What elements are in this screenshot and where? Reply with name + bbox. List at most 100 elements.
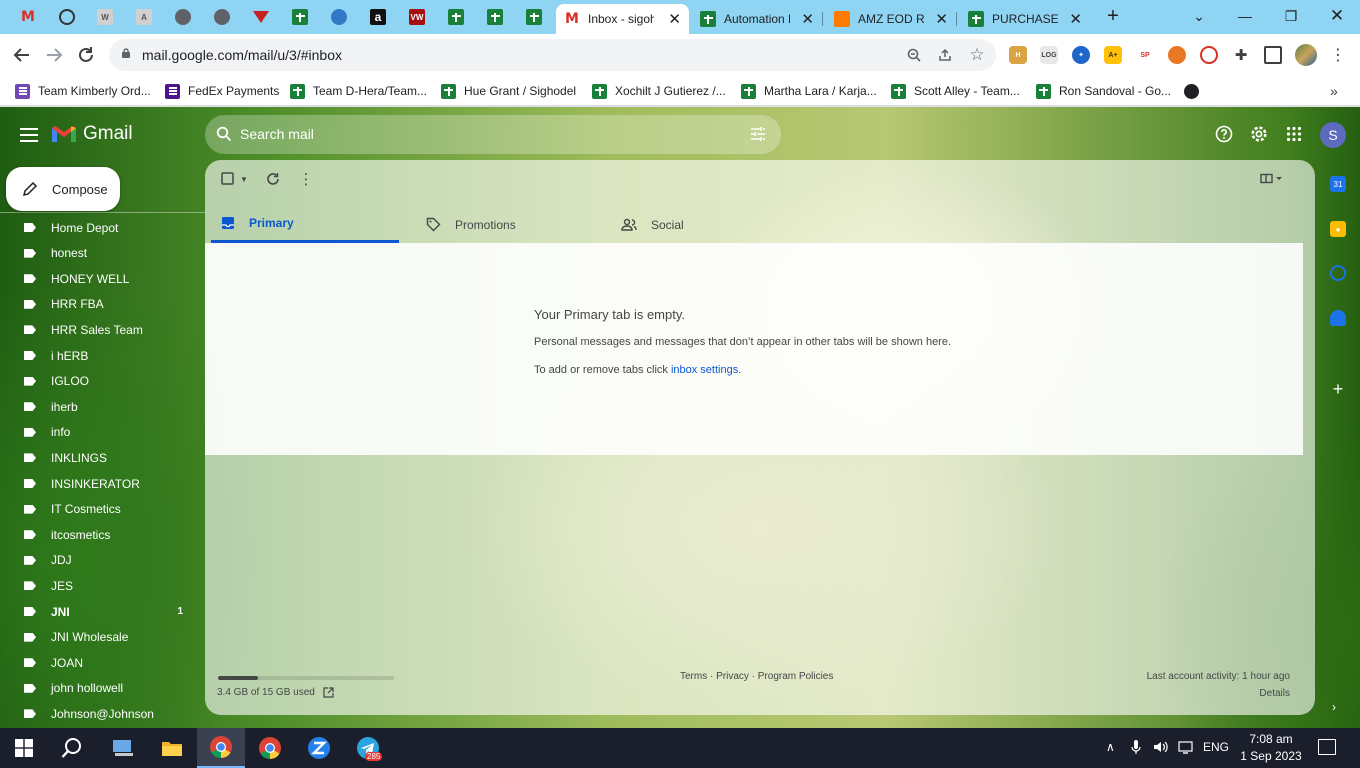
close-tab-icon[interactable]: ✕ bbox=[935, 10, 948, 28]
close-tab-icon[interactable]: ✕ bbox=[1069, 10, 1082, 28]
taskbar-app-computer[interactable] bbox=[99, 728, 147, 768]
sidebar-label-item[interactable]: JOAN bbox=[0, 650, 205, 675]
pinned-tab-triangle[interactable] bbox=[243, 4, 279, 30]
bookmark-star-icon[interactable]: ☆ bbox=[968, 45, 986, 64]
pinned-tab-globe-2[interactable] bbox=[204, 4, 240, 30]
pinned-tab-ww[interactable]: W bbox=[87, 4, 123, 30]
sidebar-label-item[interactable]: INKLINGS bbox=[0, 445, 205, 470]
pinned-tab-sheets-3[interactable] bbox=[477, 4, 513, 30]
calendar-icon[interactable]: 31 bbox=[1330, 176, 1346, 192]
volume-icon[interactable] bbox=[1153, 740, 1169, 757]
more-options-icon[interactable]: ⋮ bbox=[297, 170, 315, 188]
side-panel-icon[interactable] bbox=[1264, 46, 1282, 64]
pinned-tab-vw[interactable]: VW bbox=[399, 4, 435, 30]
taskbar-app-zoho[interactable] bbox=[295, 728, 343, 768]
sidebar-label-item[interactable]: INSINKERATOR bbox=[0, 471, 205, 496]
search-options-icon[interactable] bbox=[750, 126, 766, 142]
tab-gmail-inbox[interactable]: M Inbox - sigohdel ✕ bbox=[556, 4, 689, 34]
extension-log-icon[interactable]: LOG bbox=[1040, 46, 1058, 64]
tab-primary[interactable]: Primary bbox=[211, 206, 399, 243]
sidebar-label-item[interactable]: JDJ bbox=[0, 548, 205, 573]
main-menu-icon[interactable] bbox=[19, 125, 39, 145]
network-icon[interactable] bbox=[1178, 740, 1194, 757]
minimize-button[interactable]: — bbox=[1230, 4, 1260, 28]
account-avatar[interactable]: S bbox=[1320, 122, 1346, 148]
close-tab-icon[interactable]: ✕ bbox=[668, 10, 681, 28]
language-indicator[interactable]: ENG bbox=[1203, 740, 1229, 754]
bookmark-item[interactable]: Team D-Hera/Team... bbox=[290, 82, 427, 100]
close-window-button[interactable]: ✕ bbox=[1322, 4, 1352, 28]
compose-button[interactable]: Compose bbox=[6, 167, 120, 211]
sidebar-label-item[interactable]: IT Cosmetics bbox=[0, 497, 205, 522]
bookmark-item[interactable]: Ron Sandoval - Go... bbox=[1036, 82, 1171, 100]
notifications-icon[interactable] bbox=[1318, 739, 1336, 755]
pinned-tab-gmail[interactable]: M bbox=[10, 4, 46, 30]
gmail-logo[interactable]: Gmail bbox=[51, 123, 133, 145]
tab-search-chevron-icon[interactable]: ⌄ bbox=[1184, 4, 1214, 28]
sidebar-label-item[interactable]: HRR Sales Team bbox=[0, 317, 205, 342]
bookmark-item[interactable]: Team Kimberly Ord... bbox=[15, 82, 151, 100]
search-icon[interactable] bbox=[216, 126, 232, 142]
start-button[interactable] bbox=[0, 728, 48, 768]
bookmark-item[interactable]: FedEx Payments bbox=[165, 82, 279, 100]
extension-blue-icon[interactable]: ✦ bbox=[1072, 46, 1090, 64]
sidebar-label-item[interactable]: HONEY WELL bbox=[0, 266, 205, 291]
details-link[interactable]: Details bbox=[1259, 688, 1290, 699]
sidebar-label-item[interactable]: JNI Wholesale bbox=[0, 625, 205, 650]
extension-boost-icon[interactable]: A+ bbox=[1104, 46, 1122, 64]
sidebar-label-item[interactable]: i hERB bbox=[0, 343, 205, 368]
pinned-tab-sheets-2[interactable] bbox=[438, 4, 474, 30]
sidebar-label-item[interactable]: JNI 1 bbox=[0, 599, 205, 624]
taskbar-search-button[interactable] bbox=[48, 728, 96, 768]
footer-links[interactable]: Terms · Privacy · Program Policies bbox=[680, 671, 833, 682]
tab-automation[interactable]: Automation Hub ✕ bbox=[692, 4, 823, 34]
address-bar[interactable]: mail.google.com/mail/u/3/#inbox ☆ bbox=[109, 39, 996, 71]
pinned-tab-pin[interactable] bbox=[321, 4, 357, 30]
refresh-icon[interactable] bbox=[264, 170, 282, 188]
inbox-settings-link[interactable]: inbox settings bbox=[671, 364, 738, 376]
new-tab-button[interactable]: + bbox=[1102, 5, 1124, 27]
restore-button[interactable]: ❐ bbox=[1276, 4, 1306, 28]
storage-info[interactable]: 3.4 GB of 15 GB used bbox=[217, 687, 334, 698]
pinned-tab-a[interactable]: A bbox=[126, 4, 162, 30]
chrome-menu-icon[interactable]: ⋮ bbox=[1330, 44, 1346, 66]
settings-gear-icon[interactable] bbox=[1249, 124, 1269, 144]
tab-promotions[interactable]: Promotions bbox=[416, 206, 604, 243]
pinned-tab-globe-1[interactable] bbox=[165, 4, 201, 30]
tab-social[interactable]: Social bbox=[611, 206, 799, 243]
bookmarks-overflow-icon[interactable]: » bbox=[1330, 83, 1338, 99]
bookmark-item[interactable]: Scott Alley - Team... bbox=[891, 82, 1020, 100]
sidebar-label-item[interactable]: info bbox=[0, 420, 205, 445]
pinned-tab-sheets-1[interactable] bbox=[282, 4, 318, 30]
google-apps-icon[interactable] bbox=[1284, 124, 1304, 144]
bookmark-item[interactable]: Xochilt J Gutierez /... bbox=[592, 82, 726, 100]
sidebar-label-item[interactable]: IGLOO bbox=[0, 369, 205, 394]
tasks-icon[interactable] bbox=[1330, 265, 1346, 281]
taskbar-app-telegram[interactable]: 285 bbox=[344, 728, 392, 768]
split-pane-toggle-icon[interactable] bbox=[1257, 170, 1287, 188]
pinned-tab-amazon[interactable]: a bbox=[360, 4, 396, 30]
bookmark-item[interactable]: Martha Lara / Karja... bbox=[741, 82, 877, 100]
tab-purchase[interactable]: PURCHASE TRACKER ✕ bbox=[960, 4, 1090, 34]
bookmark-item[interactable]: Hue Grant / Sighodel bbox=[441, 82, 576, 100]
contacts-icon[interactable] bbox=[1330, 310, 1346, 326]
taskbar-app-chrome-2[interactable] bbox=[246, 728, 294, 768]
sidebar-label-item[interactable]: john hollowell bbox=[0, 676, 205, 701]
tray-overflow-chevron-icon[interactable]: ∧ bbox=[1106, 740, 1115, 754]
forward-button[interactable] bbox=[42, 43, 66, 67]
expand-panel-chevron-icon[interactable]: › bbox=[1332, 700, 1336, 714]
select-dropdown-icon[interactable]: ▼ bbox=[235, 170, 253, 188]
extension-alert-icon[interactable]: SP bbox=[1136, 46, 1154, 64]
taskbar-app-chrome-active[interactable] bbox=[197, 728, 245, 768]
zoom-icon[interactable] bbox=[905, 46, 923, 64]
search-input[interactable] bbox=[240, 123, 710, 145]
extension-honey-icon[interactable]: H bbox=[1009, 46, 1027, 64]
sidebar-label-item[interactable]: Home Depot bbox=[0, 215, 205, 240]
open-external-icon[interactable] bbox=[323, 687, 334, 698]
close-tab-icon[interactable]: ✕ bbox=[801, 10, 814, 28]
add-addon-icon[interactable]: + bbox=[1330, 379, 1346, 399]
bookmark-globe[interactable] bbox=[1184, 82, 1199, 100]
sidebar-label-item[interactable]: HRR FBA bbox=[0, 292, 205, 317]
sidebar-label-item[interactable]: JES bbox=[0, 573, 205, 598]
keep-icon[interactable]: ● bbox=[1330, 221, 1346, 237]
